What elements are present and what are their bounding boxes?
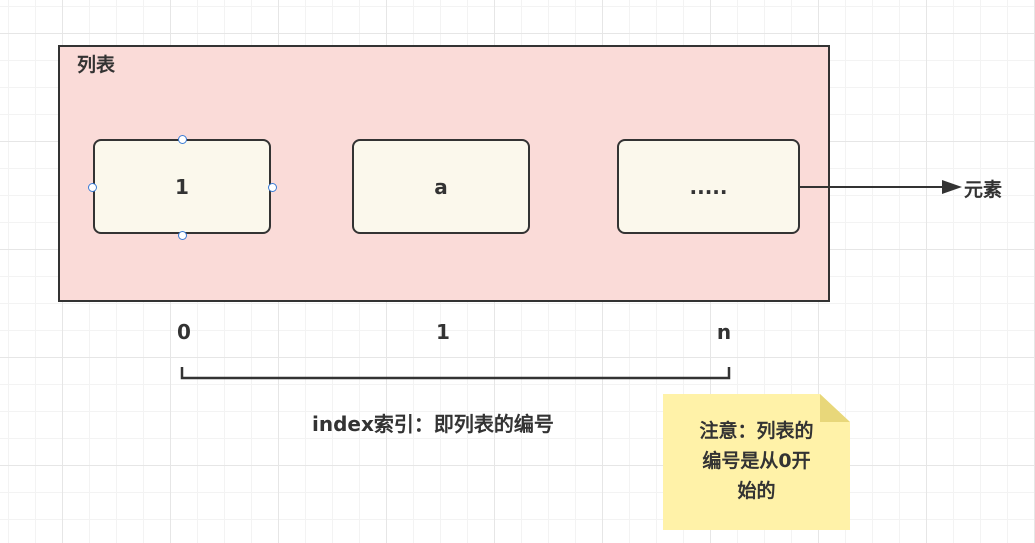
- index-bracket: [180, 367, 731, 380]
- index-label-1: 1: [436, 320, 450, 344]
- note-text: 注意：列表的 编号是从0开 始的: [699, 420, 814, 502]
- index-label-0: 0: [177, 320, 191, 344]
- element-arrow-head: [942, 180, 962, 194]
- index-caption: index索引：即列表的编号: [312, 412, 554, 436]
- connectors: [180, 180, 962, 530]
- element-label: 元素: [964, 179, 1003, 201]
- sticky-note[interactable]: 注意：列表的 编号是从0开 始的: [663, 394, 850, 530]
- index-label-n: n: [716, 320, 732, 344]
